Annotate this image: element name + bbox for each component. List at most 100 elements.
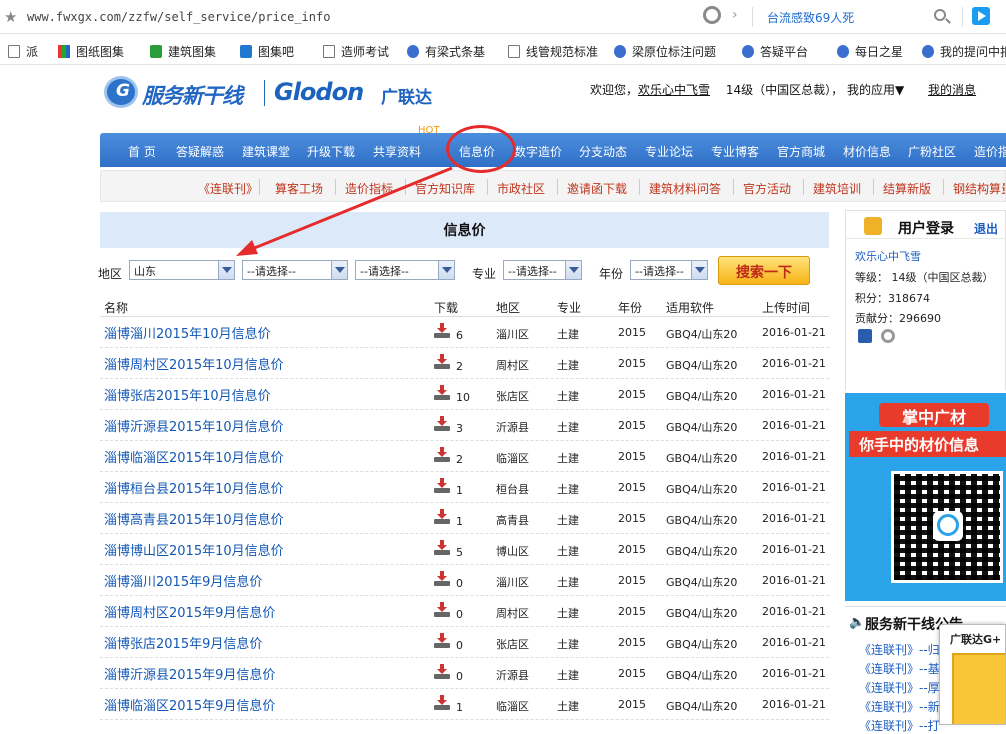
news-item[interactable]: 《连联刊》--基: [859, 660, 940, 677]
subnav-item[interactable]: 钢结构算量: [953, 180, 1005, 197]
row-major: 土建: [557, 607, 579, 620]
my-apps-menu[interactable]: 我的应用▼: [847, 83, 904, 97]
nav-home[interactable]: 首 页: [128, 143, 156, 160]
download-icon[interactable]: [434, 571, 450, 587]
download-icon[interactable]: [434, 354, 450, 370]
subnav-item[interactable]: 建筑材料问答: [649, 180, 721, 197]
row-major: 土建: [557, 669, 579, 682]
news-item[interactable]: 《连联刊》--打: [859, 717, 940, 734]
url-field[interactable]: www.fwxgx.com/zzfw/self_service/price_in…: [27, 10, 330, 24]
bookmark-item[interactable]: 每日之星: [837, 43, 903, 60]
chevron-right-icon[interactable]: ›: [732, 7, 738, 23]
user-level: 14级（中国区总裁）: [725, 83, 832, 97]
download-icon[interactable]: [434, 478, 450, 494]
bookmark-item[interactable]: 派: [8, 43, 38, 60]
subnav-item[interactable]: 《连联刊》: [198, 180, 258, 197]
my-messages-link[interactable]: 我的消息: [928, 83, 976, 97]
city-select[interactable]: --请选择--: [242, 260, 348, 280]
district-select[interactable]: --请选择--: [355, 260, 455, 280]
annotation-circle: [446, 125, 516, 173]
subnav-item[interactable]: 市政社区: [497, 180, 545, 197]
bookmark-item[interactable]: 线管规范标准: [508, 43, 598, 60]
row-name-link[interactable]: 淄博张店2015年9月信息价: [104, 633, 262, 652]
year-select[interactable]: --请选择--: [630, 260, 708, 280]
download-icon[interactable]: [434, 664, 450, 680]
download-icon[interactable]: [434, 416, 450, 432]
table-row: 淄博高青县2015年10月信息价 1 高青县 土建 2015 GBQ4/山东20 2016-…: [100, 503, 829, 534]
speaker-icon: 🔈: [849, 615, 866, 630]
graduation-cap-icon[interactable]: [858, 329, 872, 343]
refresh-icon[interactable]: [881, 329, 895, 343]
ie-compat-icon[interactable]: [703, 6, 721, 24]
nav-forum[interactable]: 专业论坛: [645, 143, 693, 160]
nav-cost-index[interactable]: 造价指: [974, 143, 1006, 160]
bookmark-item[interactable]: 建筑图集: [150, 43, 216, 60]
site-logo[interactable]: G 服务新干线 Glodon 广联达: [104, 72, 434, 112]
news-item[interactable]: 《连联刊》--厚: [859, 679, 940, 696]
subnav-item[interactable]: 算客工场: [275, 180, 323, 197]
subnav-item[interactable]: 邀请函下载: [567, 180, 627, 197]
row-name-link[interactable]: 淄博高青县2015年10月信息价: [104, 509, 284, 528]
username-link[interactable]: 欢乐心中飞雪: [638, 83, 710, 97]
row-software: GBQ4/山东20: [666, 483, 738, 496]
bookmark-item[interactable]: 梁原位标注问题: [614, 43, 716, 60]
video-player-icon[interactable]: [972, 7, 990, 25]
nav-branch-news[interactable]: 分支动态: [579, 143, 627, 160]
row-name-link[interactable]: 淄博淄川2015年9月信息价: [104, 571, 262, 590]
subnav-item[interactable]: 建筑培训: [813, 180, 861, 197]
ad-subline: 你手中的材价信息: [849, 431, 1006, 457]
subnav-item[interactable]: 官方知识库: [415, 180, 475, 197]
app-ad-banner[interactable]: 掌中广材 你手中的材价信息: [845, 393, 1006, 601]
bookmark-item[interactable]: 有梁式条基: [407, 43, 485, 60]
row-name-link[interactable]: 淄博沂源县2015年9月信息价: [104, 664, 275, 683]
download-icon[interactable]: [434, 385, 450, 401]
row-name-link[interactable]: 淄博桓台县2015年10月信息价: [104, 478, 284, 497]
nav-material-price[interactable]: 材价信息: [843, 143, 891, 160]
nav-qa[interactable]: 答疑解惑: [176, 143, 224, 160]
corner-popup[interactable]: 广联达G+: [939, 624, 1006, 725]
logo-divider: [264, 80, 265, 106]
row-name-link[interactable]: 淄博周村区2015年10月信息价: [104, 354, 284, 373]
nav-store[interactable]: 官方商城: [777, 143, 825, 160]
login-username[interactable]: 欢乐心中飞雪: [855, 248, 921, 264]
row-name-link[interactable]: 淄博张店2015年10月信息价: [104, 385, 271, 404]
bookmark-item[interactable]: 造师考试: [323, 43, 389, 60]
nav-digital-cost[interactable]: 数字造价: [514, 143, 562, 160]
logout-link[interactable]: 退出: [974, 220, 998, 237]
nav-classroom[interactable]: 建筑课堂: [242, 143, 290, 160]
download-icon[interactable]: [434, 633, 450, 649]
nav-upgrade[interactable]: 升级下载: [307, 143, 355, 160]
bookmark-item[interactable]: 图集吧: [240, 43, 294, 60]
download-icon[interactable]: [434, 602, 450, 618]
row-name-link[interactable]: 淄博临淄区2015年9月信息价: [104, 695, 275, 714]
nav-community[interactable]: 广粉社区: [908, 143, 956, 160]
row-major: 土建: [557, 576, 579, 589]
subnav-item[interactable]: 结算新版: [883, 180, 931, 197]
subnav-item[interactable]: 官方活动: [743, 180, 791, 197]
major-select[interactable]: --请选择--: [503, 260, 582, 280]
subnav-item[interactable]: 造价指标: [345, 180, 393, 197]
download-icon[interactable]: [434, 540, 450, 556]
download-icon[interactable]: [434, 509, 450, 525]
download-icon[interactable]: [434, 447, 450, 463]
bookmark-item[interactable]: 图纸图集: [58, 43, 124, 60]
news-item[interactable]: 《连联刊》--新: [859, 698, 940, 715]
nav-shared[interactable]: 共享资料: [373, 143, 421, 160]
row-region: 沂源县: [496, 421, 529, 434]
region-select[interactable]: 山东: [129, 260, 235, 280]
nav-blog[interactable]: 专业博客: [711, 143, 759, 160]
row-name-link[interactable]: 淄博沂源县2015年10月信息价: [104, 416, 284, 435]
row-name-link[interactable]: 淄博博山区2015年10月信息价: [104, 540, 284, 559]
row-name-link[interactable]: 淄博临淄区2015年10月信息价: [104, 447, 284, 466]
row-name-link[interactable]: 淄博淄川2015年10月信息价: [104, 323, 271, 342]
row-name-link[interactable]: 淄博周村区2015年9月信息价: [104, 602, 275, 621]
bookmark-item[interactable]: 我的提问中扣: [922, 43, 1006, 60]
search-icon[interactable]: [934, 9, 946, 21]
download-icon[interactable]: [434, 323, 450, 339]
favorite-star-icon[interactable]: ★: [4, 8, 17, 26]
news-item[interactable]: 《连联刊》--归: [859, 641, 940, 658]
download-icon[interactable]: [434, 695, 450, 711]
search-button[interactable]: 搜索一下: [718, 256, 810, 285]
bookmark-item[interactable]: 答疑平台: [742, 43, 808, 60]
news-ticker-link[interactable]: 台流感致69人死: [767, 9, 854, 26]
